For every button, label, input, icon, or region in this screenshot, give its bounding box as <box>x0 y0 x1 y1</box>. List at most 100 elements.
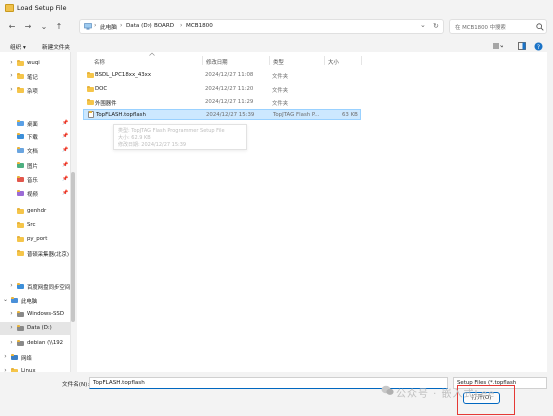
expand-chevron-icon[interactable]: › <box>8 339 15 346</box>
tooltip-size: 大小: 62.9 KB <box>118 135 151 141</box>
sidebar-item[interactable]: Src <box>0 219 70 232</box>
organize-button[interactable]: 组织 ▾ <box>10 43 26 51</box>
file-type: 文件夹 <box>272 88 289 94</box>
file-modified: 2024/12/27 11:08 <box>205 72 254 78</box>
file-row[interactable]: DOC 2024/12/27 11:20 文件夹 <box>83 84 361 95</box>
search-box[interactable]: 在 MCB1800 中搜索 <box>449 19 547 34</box>
file-info-tooltip: 类型: TopJTAG Flash Programmer Setup File … <box>113 124 247 150</box>
sidebar-item[interactable]: ⌄ 此电脑 <box>0 294 70 307</box>
pin-icon: 📌 <box>62 120 69 126</box>
expand-chevron-icon[interactable]: › <box>8 310 15 317</box>
preview-pane-icon[interactable] <box>518 42 526 50</box>
breadcrumb-separator: › <box>180 22 183 29</box>
sidebar-item[interactable]: › 网络 <box>0 351 70 364</box>
sidebar-item-label: py_port <box>27 236 48 242</box>
sidebar-item[interactable]: 文档 📌 <box>0 144 70 157</box>
folder-icon <box>17 249 24 256</box>
sidebar-item-label: 百度网盘同步空间 <box>27 285 71 291</box>
sidebar-item[interactable]: › 杂项 <box>0 84 70 97</box>
breadcrumb-mcb1800[interactable]: MCB1800 <box>186 23 213 29</box>
sidebar-item-label: 笔记 <box>27 75 38 81</box>
sidebar-item-label: 网络 <box>21 356 32 362</box>
refresh-icon[interactable]: ↻ <box>433 22 439 30</box>
folder-icon <box>17 146 24 153</box>
address-dropdown-icon[interactable]: ⌄ <box>420 21 426 29</box>
expand-chevron-icon[interactable]: › <box>8 324 15 331</box>
folder-icon <box>17 339 24 346</box>
recent-locations-icon[interactable]: ⌄ <box>38 21 50 33</box>
sidebar-item[interactable]: › Windows-SSD <box>0 308 70 321</box>
column-header-type[interactable]: 类型 <box>273 58 284 66</box>
column-header-name[interactable]: 名称 <box>94 58 105 66</box>
up-icon[interactable]: ↑ <box>53 21 65 33</box>
sidebar-item[interactable]: › wuqi <box>0 57 70 70</box>
file-row[interactable]: TopFLASH.topflash 2024/12/27 15:39 TopJTAG… <box>83 109 361 120</box>
expand-chevron-icon[interactable]: › <box>8 86 15 93</box>
sort-indicator-icon <box>149 52 155 56</box>
folder-icon <box>17 235 24 242</box>
file-row[interactable]: 外围器件 2024/12/27 11:29 文件夹 <box>83 97 361 108</box>
sidebar-item-label: 图片 <box>27 164 38 170</box>
sidebar-item[interactable]: › 笔记 <box>0 70 70 83</box>
sidebar-item-label: 杂项 <box>27 89 38 95</box>
folder-icon <box>11 353 18 360</box>
sidebar-item[interactable]: py_port <box>0 233 70 246</box>
forward-icon[interactable]: → <box>22 21 34 33</box>
sidebar-item[interactable]: genhdr <box>0 205 70 218</box>
file-row[interactable]: BSDL_LPC18xx_43xx 2024/12/27 11:08 文件夹 <box>83 70 361 81</box>
filename-input[interactable]: TopFLASH.topflash <box>89 377 448 389</box>
expand-chevron-icon[interactable]: › <box>8 72 15 79</box>
sidebar-item[interactable]: › 百度网盘同步空间 <box>0 280 70 293</box>
address-bar[interactable]: › 此电脑 › Data (D:) › BOARD › MCB1800 ⌄ ↻ <box>79 19 444 34</box>
help-icon[interactable]: ? <box>534 42 543 51</box>
sidebar-item-label: 视频 <box>27 192 38 198</box>
folder-icon <box>17 72 24 79</box>
column-header-modified[interactable]: 修改日期 <box>206 58 228 66</box>
file-modified: 2024/12/27 11:20 <box>205 86 254 92</box>
column-divider[interactable] <box>202 56 203 65</box>
sidebar-item[interactable]: › debian (\\192 <box>0 337 70 350</box>
wechat-icon <box>381 385 394 395</box>
file-type: TopJTAG Flash P... <box>273 112 320 118</box>
sidebar-item[interactable]: 普硕采集器(北京) <box>0 247 70 260</box>
back-icon[interactable]: ← <box>6 21 18 33</box>
file-name: DOC <box>95 86 108 92</box>
title-bar: Load Setup File <box>0 0 553 16</box>
expand-chevron-icon[interactable]: › <box>8 59 15 66</box>
file-name: 外围器件 <box>95 101 117 107</box>
folder-icon <box>87 85 94 92</box>
app-icon <box>5 4 14 12</box>
file-type: 文件夹 <box>272 74 289 80</box>
folder-icon <box>17 132 24 139</box>
sidebar-item-label: Data (D:) <box>27 325 52 331</box>
sidebar-item-label: 普硕采集器(北京) <box>27 252 69 258</box>
column-header-size[interactable]: 大小 <box>328 58 339 66</box>
computer-icon <box>84 23 92 30</box>
breadcrumb-separator: › <box>120 22 123 29</box>
filename-label: 文件名(N): <box>62 382 90 388</box>
sidebar-scrollbar[interactable] <box>71 172 75 322</box>
sidebar-item[interactable]: 图片 📌 <box>0 159 70 172</box>
sidebar-item[interactable]: 桌面 📌 <box>0 117 70 130</box>
expand-chevron-icon[interactable]: › <box>8 282 15 289</box>
sidebar-item[interactable]: › Data (D:) <box>0 322 70 335</box>
pin-icon: 📌 <box>62 190 69 196</box>
file-modified: 2024/12/27 11:29 <box>205 99 254 105</box>
column-divider[interactable] <box>324 56 325 65</box>
column-divider[interactable] <box>269 56 270 65</box>
column-divider[interactable] <box>361 56 362 65</box>
file-name: BSDL_LPC18xx_43xx <box>95 72 152 78</box>
view-options-icon[interactable] <box>493 43 503 49</box>
tooltip-type: 类型: TopJTAG Flash Programmer Setup File <box>118 128 225 134</box>
breadcrumb-board[interactable]: BOARD <box>154 23 174 29</box>
sidebar-item[interactable]: 音乐 📌 <box>0 173 70 186</box>
sidebar-item[interactable]: 下载 📌 <box>0 130 70 143</box>
sidebar-item-label: genhdr <box>27 208 47 214</box>
folder-icon <box>87 71 94 78</box>
expand-chevron-icon[interactable]: › <box>2 353 9 360</box>
expand-chevron-icon[interactable]: ⌄ <box>2 296 9 303</box>
new-folder-button[interactable]: 新建文件夹 <box>42 43 70 51</box>
pin-icon: 📌 <box>62 133 69 139</box>
sidebar-item[interactable]: 视频 📌 <box>0 187 70 200</box>
breadcrumb-this-pc[interactable]: 此电脑 <box>100 23 117 31</box>
